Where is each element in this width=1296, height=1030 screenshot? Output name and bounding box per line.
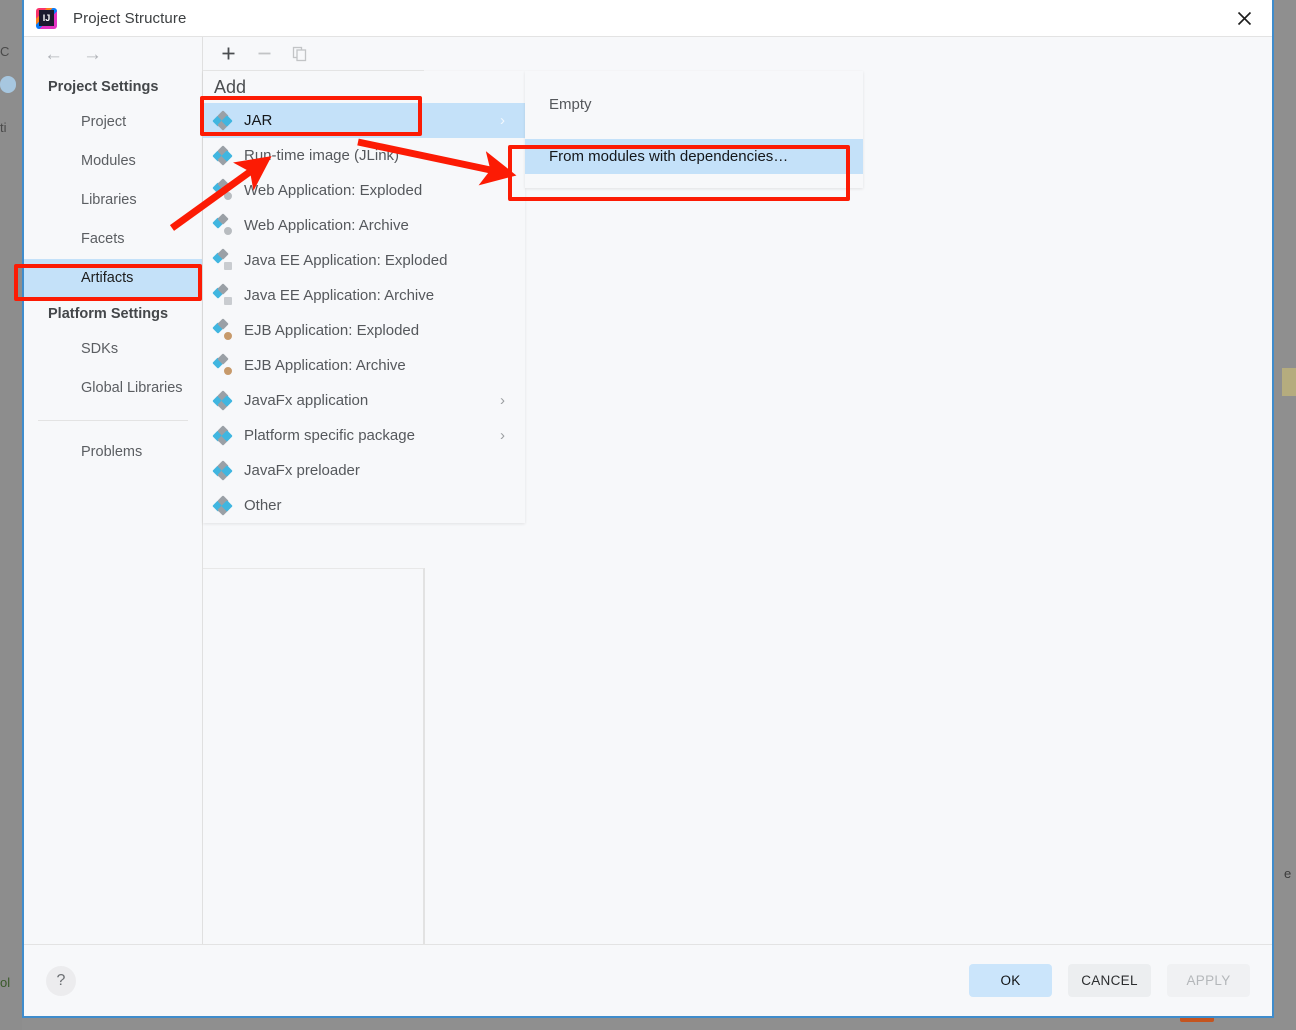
menu-item-runtime-image-jlink[interactable]: Run-time image (JLink) <box>203 138 525 173</box>
apply-button[interactable]: APPLY <box>1167 964 1250 997</box>
backdrop-left-strip <box>0 0 22 1030</box>
chevron-right-icon: › <box>500 112 505 129</box>
artifacts-content-pane: Add JAR › Run-time image (JLink) Web App… <box>203 37 1272 944</box>
arrow-left-icon[interactable]: ← <box>44 45 63 64</box>
artifact-platform-pkg-icon <box>212 425 233 446</box>
chevron-right-icon: › <box>500 427 505 444</box>
menu-item-ejb-application-archive[interactable]: EJB Application: Archive <box>203 348 525 383</box>
sidebar-group-project-settings: Project Settings <box>48 79 159 95</box>
menu-item-label: Run-time image (JLink) <box>244 147 400 164</box>
cancel-button[interactable]: CANCEL <box>1068 964 1151 997</box>
intellij-idea-logo-icon <box>36 7 57 29</box>
menu-item-label: Web Application: Archive <box>244 217 409 234</box>
backdrop-glyph-ti: ti <box>0 120 7 135</box>
menu-item-label: Web Application: Exploded <box>244 182 423 199</box>
artifact-ejb-exploded-icon <box>212 318 233 341</box>
sidebar-item-project[interactable]: Project <box>24 103 202 142</box>
ok-button[interactable]: OK <box>969 964 1052 997</box>
menu-item-javafx-application[interactable]: JavaFx application › <box>203 383 525 418</box>
jar-submenu: Empty From modules with dependencies… <box>525 71 863 188</box>
arrow-right-icon[interactable]: → <box>83 45 102 64</box>
dialog-title: Project Structure <box>73 9 187 27</box>
menu-item-label: EJB Application: Exploded <box>244 322 420 339</box>
backdrop-right-tab <box>1282 368 1296 396</box>
sidebar-item-facets[interactable]: Facets <box>24 220 202 259</box>
artifacts-empty-list-pane <box>203 568 424 944</box>
menu-item-javafx-preloader[interactable]: JavaFx preloader <box>203 453 525 488</box>
dialog-actions: OK CANCEL APPLY <box>969 964 1250 997</box>
sidebar-item-modules[interactable]: Modules <box>24 142 202 181</box>
artifact-web-exploded-icon <box>212 178 233 201</box>
submenu-spacer <box>525 122 863 139</box>
menu-item-label: JavaFx preloader <box>244 462 360 479</box>
project-structure-dialog: Project Structure ← → Project Settings P… <box>22 0 1274 1018</box>
artifact-javafx-preloader-icon <box>212 460 233 481</box>
artifact-ejb-archive-icon <box>212 353 233 376</box>
menu-item-label: Platform specific package <box>244 427 415 444</box>
menu-item-ejb-application-exploded[interactable]: EJB Application: Exploded <box>203 313 525 348</box>
artifact-javaee-archive-icon <box>212 283 233 306</box>
menu-item-java-ee-application-archive[interactable]: Java EE Application: Archive <box>203 278 525 313</box>
artifact-other-icon <box>212 495 233 516</box>
submenu-item-from-modules-with-dependencies[interactable]: From modules with dependencies… <box>525 139 863 174</box>
sidebar-item-artifacts[interactable]: Artifacts <box>24 259 202 298</box>
remove-button[interactable] <box>253 43 275 65</box>
menu-item-label: EJB Application: Archive <box>244 357 406 374</box>
dialog-body: ← → Project Settings Project Modules Lib… <box>24 37 1272 944</box>
menu-item-other[interactable]: Other <box>203 488 525 523</box>
submenu-item-empty[interactable]: Empty <box>525 87 863 122</box>
menu-item-web-application-archive[interactable]: Web Application: Archive <box>203 208 525 243</box>
sidebar-divider <box>38 420 188 421</box>
menu-item-java-ee-application-exploded[interactable]: Java EE Application: Exploded <box>203 243 525 278</box>
sidebar-item-problems[interactable]: Problems <box>24 433 202 472</box>
menu-item-jar[interactable]: JAR › <box>203 103 525 138</box>
sidebar-item-libraries[interactable]: Libraries <box>24 181 202 220</box>
backdrop-glyph-ol: ol <box>0 975 11 990</box>
backdrop-pill-badge <box>0 76 16 93</box>
backdrop-glyph-c: C <box>0 44 10 59</box>
sidebar-group-platform-settings: Platform Settings <box>48 306 169 322</box>
menu-item-platform-specific-package[interactable]: Platform specific package › <box>203 418 525 453</box>
sidebar-item-global-libraries[interactable]: Global Libraries <box>24 369 202 408</box>
dialog-titlebar: Project Structure <box>24 0 1272 37</box>
sidebar-nav-row: ← → <box>24 37 202 71</box>
settings-sidebar: ← → Project Settings Project Modules Lib… <box>24 37 203 944</box>
add-menu-header: Add <box>214 77 247 97</box>
artifact-javaee-exploded-icon <box>212 248 233 271</box>
add-artifact-menu: Add JAR › Run-time image (JLink) Web App… <box>203 71 525 523</box>
menu-item-label: Java EE Application: Exploded <box>244 252 448 269</box>
artifact-web-archive-icon <box>212 213 233 236</box>
menu-item-label: Other <box>244 497 282 514</box>
backdrop-glyph-e: e <box>1284 866 1292 881</box>
artifact-jlink-icon <box>212 145 233 166</box>
menu-item-label: Java EE Application: Archive <box>244 287 435 304</box>
add-button[interactable] <box>217 43 239 65</box>
dialog-footer: ? OK CANCEL APPLY <box>24 944 1272 1016</box>
menu-item-label: JAR <box>244 112 273 129</box>
artifact-javafx-app-icon <box>212 390 233 411</box>
artifact-jar-icon <box>212 110 233 131</box>
help-icon[interactable]: ? <box>46 965 76 996</box>
copy-icon[interactable] <box>289 43 311 65</box>
menu-item-label: JavaFx application <box>244 392 369 409</box>
close-icon[interactable] <box>1216 0 1272 36</box>
artifacts-toolbar <box>203 37 424 71</box>
menu-item-web-application-exploded[interactable]: Web Application: Exploded <box>203 173 525 208</box>
sidebar-item-sdks[interactable]: SDKs <box>24 330 202 369</box>
artifacts-pane-divider <box>424 568 425 944</box>
chevron-right-icon: › <box>500 392 505 409</box>
